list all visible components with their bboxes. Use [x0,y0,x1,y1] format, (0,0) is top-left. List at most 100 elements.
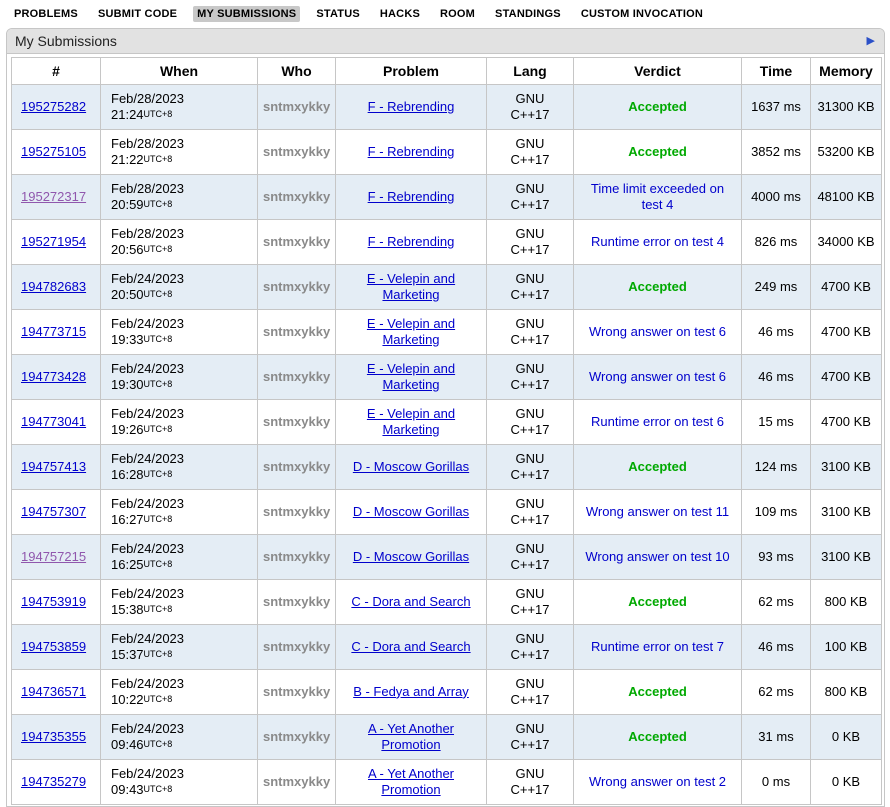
nav-item-my-submissions[interactable]: MY SUBMISSIONS [193,6,300,22]
problem-link[interactable]: C - Dora and Search [351,594,470,609]
user-link[interactable]: sntmxykky [263,144,330,159]
user-link[interactable]: sntmxykky [263,549,330,564]
submissions-panel: My Submissions ▶ #WhenWhoProblemLangVerd… [6,28,885,807]
submission-time: 15:37UTC+8 [111,647,252,663]
submission-author-cell: sntmxykky [258,310,336,355]
problem-cell: B - Fedya and Array [336,670,487,715]
submission-when-cell: Feb/24/2023 15:38UTC+8 [101,580,258,625]
problem-link[interactable]: E - Velepin and Marketing [367,361,455,392]
language-label: GNU C++17 [504,451,556,484]
user-link[interactable]: sntmxykky [263,774,330,789]
submission-id-link[interactable]: 194757413 [21,459,86,474]
panel-title: My Submissions [15,33,117,49]
user-link[interactable]: sntmxykky [263,639,330,654]
execution-time-cell: 46 ms [742,310,811,355]
problem-link[interactable]: F - Rebrending [368,234,455,249]
column-header-num: # [12,58,101,85]
memory-cell: 800 KB [811,580,882,625]
user-link[interactable]: sntmxykky [263,234,330,249]
submission-id-link[interactable]: 194753859 [21,639,86,654]
table-row: 194753859 Feb/24/2023 15:37UTC+8 sntmxyk… [12,625,882,670]
submission-author-cell: sntmxykky [258,535,336,580]
collapse-arrow-icon[interactable]: ▶ [867,36,875,47]
problem-cell: E - Velepin and Marketing [336,265,487,310]
submission-id-cell: 194735279 [12,760,101,805]
submission-id-link[interactable]: 194736571 [21,684,86,699]
verdict-label: Wrong answer on test 2 [589,774,726,790]
problem-link[interactable]: A - Yet Another Promotion [368,766,454,797]
nav-item-custom-invocation[interactable]: CUSTOM INVOCATION [577,6,707,22]
nav-item-submit-code[interactable]: SUBMIT CODE [94,6,181,22]
submission-id-link[interactable]: 194757215 [21,549,86,564]
submission-when-cell: Feb/24/2023 19:26UTC+8 [101,400,258,445]
problem-link[interactable]: F - Rebrending [368,144,455,159]
problem-cell: F - Rebrending [336,130,487,175]
problem-link[interactable]: F - Rebrending [368,189,455,204]
user-link[interactable]: sntmxykky [263,99,330,114]
submission-id-link[interactable]: 195275282 [21,99,86,114]
user-link[interactable]: sntmxykky [263,594,330,609]
problem-cell: D - Moscow Gorillas [336,490,487,535]
user-link[interactable]: sntmxykky [263,459,330,474]
problem-link[interactable]: A - Yet Another Promotion [368,721,454,752]
submission-id-link[interactable]: 194735279 [21,774,86,789]
user-link[interactable]: sntmxykky [263,189,330,204]
language-label: GNU C++17 [504,136,556,169]
nav-item-problems[interactable]: PROBLEMS [10,6,82,22]
nav-item-standings[interactable]: STANDINGS [491,6,565,22]
user-link[interactable]: sntmxykky [263,279,330,294]
user-link[interactable]: sntmxykky [263,369,330,384]
submission-time: 19:33UTC+8 [111,332,252,348]
submission-when-cell: Feb/24/2023 10:22UTC+8 [101,670,258,715]
submission-when-cell: Feb/24/2023 20:50UTC+8 [101,265,258,310]
problem-link[interactable]: C - Dora and Search [351,639,470,654]
panel-header: My Submissions ▶ [7,29,884,54]
submission-date: Feb/24/2023 [111,451,252,467]
user-link[interactable]: sntmxykky [263,414,330,429]
submission-id-link[interactable]: 195275105 [21,144,86,159]
column-header-who: Who [258,58,336,85]
table-row: 195275282 Feb/28/2023 21:24UTC+8 sntmxyk… [12,85,882,130]
submission-id-link[interactable]: 194757307 [21,504,86,519]
submission-author-cell: sntmxykky [258,670,336,715]
submission-id-link[interactable]: 195271954 [21,234,86,249]
submission-author-cell: sntmxykky [258,580,336,625]
language-label: GNU C++17 [504,316,556,349]
nav-item-hacks[interactable]: HACKS [376,6,424,22]
problem-link[interactable]: D - Moscow Gorillas [353,549,469,564]
user-link[interactable]: sntmxykky [263,684,330,699]
nav-item-room[interactable]: ROOM [436,6,479,22]
memory-cell: 100 KB [811,625,882,670]
problem-link[interactable]: E - Velepin and Marketing [367,406,455,437]
submission-id-link[interactable]: 194782683 [21,279,86,294]
submission-id-link[interactable]: 194773428 [21,369,86,384]
problem-link[interactable]: B - Fedya and Array [353,684,469,699]
submission-when-cell: Feb/24/2023 09:43UTC+8 [101,760,258,805]
nav-item-status[interactable]: STATUS [312,6,364,22]
verdict-label: Runtime error on test 6 [591,414,724,430]
problem-link[interactable]: E - Velepin and Marketing [367,316,455,347]
submission-id-link[interactable]: 194773715 [21,324,86,339]
language-label: GNU C++17 [504,91,556,124]
problem-link[interactable]: E - Velepin and Marketing [367,271,455,302]
submission-id-link[interactable]: 194753919 [21,594,86,609]
problem-link[interactable]: F - Rebrending [368,99,455,114]
execution-time-cell: 15 ms [742,400,811,445]
submission-id-link[interactable]: 195272317 [21,189,86,204]
execution-time-cell: 3852 ms [742,130,811,175]
submission-id-link[interactable]: 194773041 [21,414,86,429]
problem-link[interactable]: D - Moscow Gorillas [353,459,469,474]
verdict-label: Accepted [628,729,687,745]
submission-author-cell: sntmxykky [258,130,336,175]
submission-when-cell: Feb/24/2023 19:30UTC+8 [101,355,258,400]
user-link[interactable]: sntmxykky [263,324,330,339]
execution-time-cell: 1637 ms [742,85,811,130]
problem-link[interactable]: D - Moscow Gorillas [353,504,469,519]
submission-author-cell: sntmxykky [258,400,336,445]
user-link[interactable]: sntmxykky [263,729,330,744]
timezone-label: UTC+8 [144,109,173,119]
language-cell: GNU C++17 [487,715,574,760]
user-link[interactable]: sntmxykky [263,504,330,519]
submission-id-link[interactable]: 194735355 [21,729,86,744]
submission-time: 09:46UTC+8 [111,737,252,753]
